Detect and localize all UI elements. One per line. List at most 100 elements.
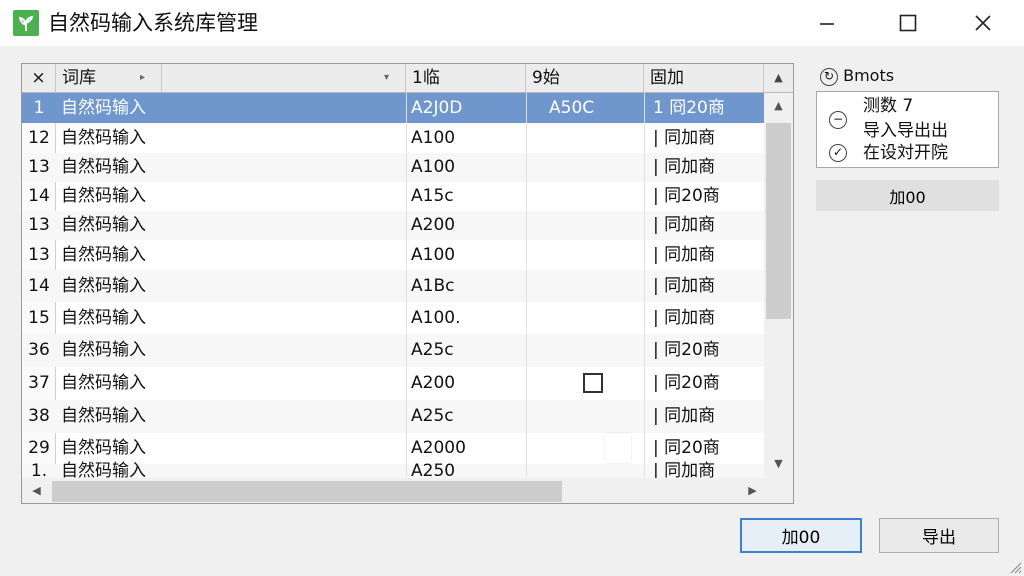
horizontal-scrollbar[interactable]: ◀ ▶ <box>22 478 793 503</box>
column-divider <box>406 93 407 478</box>
code-cell: A200 <box>411 215 456 235</box>
dict-name-cell: 自然码输入 <box>61 461 146 481</box>
row-checkbox[interactable] <box>583 373 603 393</box>
column-header-label: 词库 <box>62 68 96 88</box>
code-cell: A250 <box>411 461 456 481</box>
add-cell: | 同20商 <box>653 340 720 360</box>
side-options-header[interactable]: ↻ Bmots <box>820 63 998 89</box>
code-cell: A25c <box>411 340 454 360</box>
column-header-label: 固加 <box>650 68 684 88</box>
table-row[interactable]: 1. 自然码输入 A250 | 同加商 <box>22 461 764 481</box>
sort-arrow-icon: ▸ <box>140 72 146 83</box>
side-option-settings[interactable]: ✓ 在设対开院 <box>817 141 998 166</box>
table-row[interactable]: 12 自然码输入 A100 | 同加商 <box>22 123 764 153</box>
scroll-left-icon[interactable]: ◀ <box>22 484 51 497</box>
dict-name-cell: 自然码输入 <box>61 157 146 177</box>
row-number-cell: 12 <box>28 128 50 148</box>
add-cell: | 同加商 <box>653 157 716 177</box>
add-button[interactable]: 加00 <box>740 518 862 553</box>
column-header-dict[interactable]: 词库 ▸ <box>56 64 162 93</box>
column-header-label: 1临 <box>412 68 440 88</box>
dict-name-cell: 自然码输入 <box>61 340 146 360</box>
table-row[interactable]: 13 自然码输入 A200 | 同加商 <box>22 211 764 240</box>
app-leaf-icon <box>13 10 39 36</box>
row-number-cell: 37 <box>28 373 50 393</box>
side-option-label: 在设対开院 <box>863 143 948 163</box>
side-add-button[interactable]: 加00 <box>816 180 999 211</box>
dict-name-cell: 自然码输入 <box>61 373 146 393</box>
side-options-panel: 测数 7 − 导入导出出 ✓ 在设対开院 <box>816 91 999 168</box>
row-number-cell: 36 <box>28 340 50 360</box>
dict-name-cell: 自然码输入 <box>61 276 146 296</box>
code-cell: A15c <box>411 186 454 206</box>
code-cell: A200 <box>411 373 456 393</box>
table-row[interactable]: 14 自然码输入 A15c | 同20商 <box>22 182 764 211</box>
dict-name-cell: 自然码输入 <box>61 245 146 265</box>
table-row[interactable]: 37 自然码输入 A200 | 同20商 <box>22 367 764 400</box>
column-header-code[interactable]: 1临 <box>406 64 526 93</box>
row-number-cell: 15 <box>28 308 50 328</box>
code-cell: A1Bc <box>411 276 455 296</box>
row-number-cell: 13 <box>28 157 50 177</box>
maximize-button[interactable] <box>885 6 931 40</box>
table-row[interactable]: 13 自然码输入 A100 | 同加商 <box>22 153 764 182</box>
side-option-import-export[interactable]: − 导入导出出 <box>817 107 998 141</box>
add-cell: | 同20商 <box>653 186 720 206</box>
scroll-right-icon[interactable]: ▶ <box>738 484 767 497</box>
table-row[interactable]: 29 自然码输入 A2000 | 同20商 <box>22 433 764 464</box>
dict-name-cell: 自然码输入 <box>61 215 146 235</box>
table-row[interactable]: 13 自然码输入 A100 | 同加商 <box>22 240 764 270</box>
dropdown-arrow-icon: ▾ <box>384 72 390 83</box>
scroll-down-icon[interactable]: ▼ <box>764 457 793 470</box>
row-number-cell: 29 <box>28 438 50 458</box>
dict-name-cell: 自然码输入 <box>61 438 146 458</box>
dict-name-cell: 自然码输入 <box>61 406 146 426</box>
scroll-up-icon[interactable]: ▲ <box>764 99 793 112</box>
row-number-cell: 13 <box>28 245 50 265</box>
grid-corner-button[interactable]: × <box>22 64 56 93</box>
minimize-button[interactable] <box>804 6 850 40</box>
refresh-icon: ↻ <box>820 67 838 86</box>
add-cell: | 同加商 <box>653 308 716 328</box>
add-cell: | 同加商 <box>653 215 716 235</box>
table-row[interactable]: 15 自然码输入 A100. | 同加商 <box>22 302 764 334</box>
column-header-add[interactable]: 固加 <box>644 64 764 93</box>
add-cell: | 同加商 <box>653 245 716 265</box>
close-button[interactable] <box>960 6 1006 40</box>
row-number-cell: 38 <box>28 406 50 426</box>
window-title: 自然码输入系统库管理 <box>48 11 258 35</box>
add-cell: | 同20商 <box>653 373 720 393</box>
column-header-start[interactable]: 9始 <box>526 64 644 93</box>
start-cell: A50C <box>549 98 595 118</box>
dict-name-cell: 自然码输入 <box>61 128 146 148</box>
check-circle-icon: ✓ <box>829 144 847 162</box>
scroll-up-header-icon[interactable]: ▲ <box>764 64 793 93</box>
table-row[interactable]: 38 自然码输入 A25c | 同加商 <box>22 400 764 433</box>
code-cell: A25c <box>411 406 454 426</box>
table-row[interactable]: 36 自然码输入 A25c | 同20商 <box>22 334 764 367</box>
side-top-label: Bmots <box>843 66 895 85</box>
table-row[interactable]: 1 自然码输入 A2J0D A50C 1 冏20商 <box>22 93 764 123</box>
export-button[interactable]: 导出 <box>879 518 999 553</box>
add-cell: | 同加商 <box>653 406 716 426</box>
table-row[interactable]: 14 自然码输入 A1Bc | 同加商 <box>22 270 764 302</box>
minus-circle-icon: − <box>829 111 847 129</box>
horizontal-scroll-thumb[interactable] <box>52 481 562 502</box>
column-divider <box>526 93 527 478</box>
add-cell: 1 冏20商 <box>653 98 725 118</box>
title-bar: 自然码输入系统库管理 <box>0 0 1024 46</box>
vertical-scroll-thumb[interactable] <box>766 123 791 319</box>
add-cell: | 同加商 <box>653 461 716 481</box>
resize-grip-icon[interactable] <box>1010 562 1022 574</box>
close-icon <box>975 15 991 31</box>
minimize-icon <box>820 23 834 25</box>
column-header-filter[interactable]: ▾ <box>162 64 406 93</box>
dict-name-cell: 自然码输入 <box>61 308 146 328</box>
row-number-cell: 14 <box>28 186 50 206</box>
dict-name-cell: 自然码输入 <box>61 98 146 118</box>
code-cell: A100 <box>411 245 456 265</box>
column-header-label: 9始 <box>532 68 560 88</box>
column-divider <box>644 93 645 478</box>
vertical-scrollbar[interactable]: ▲ ▼ <box>764 93 793 478</box>
code-cell: A2000 <box>411 438 466 458</box>
